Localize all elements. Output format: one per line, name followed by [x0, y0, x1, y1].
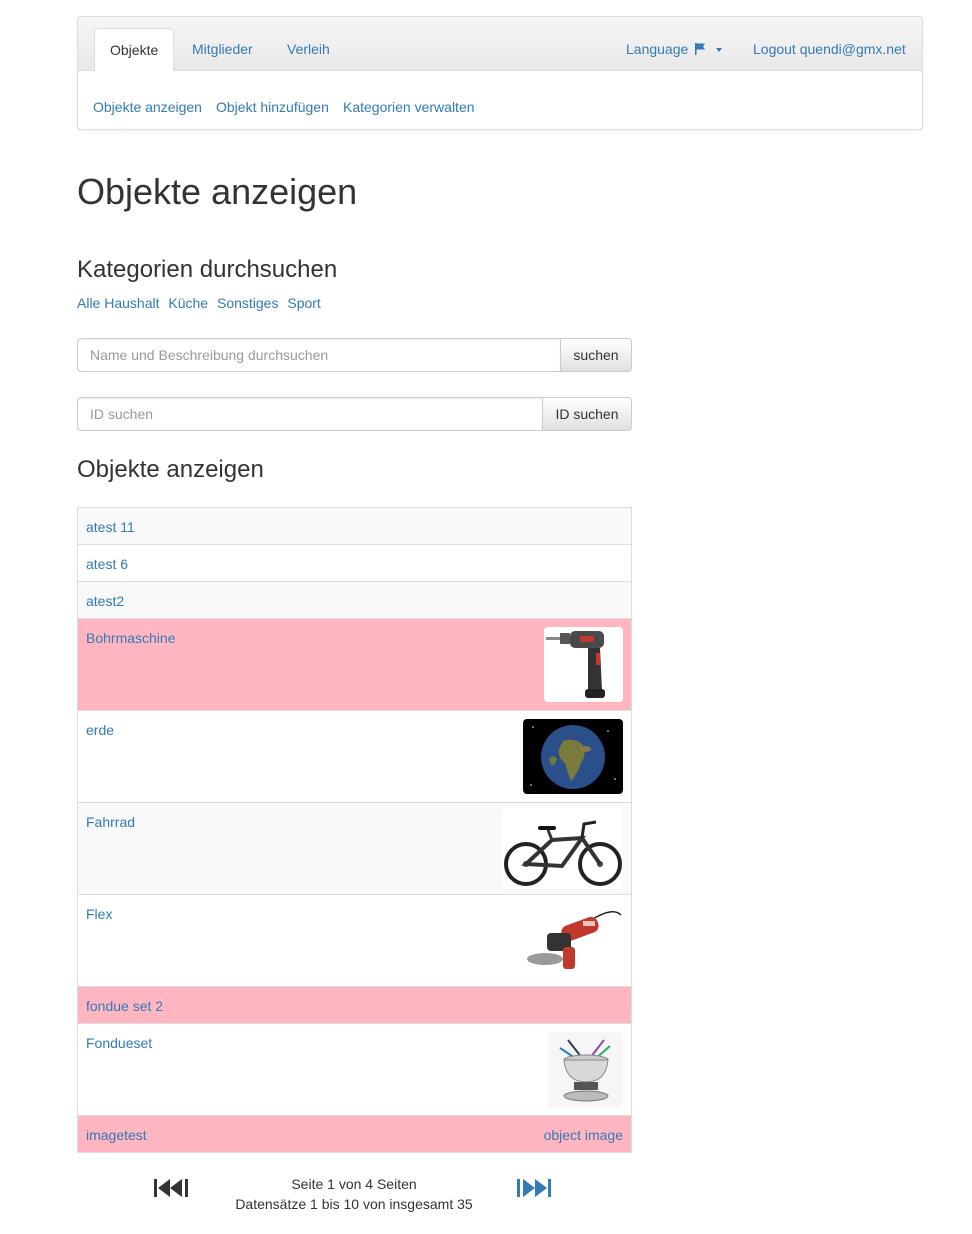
language-label: Language [626, 41, 689, 57]
object-link[interactable]: Flex [86, 905, 112, 923]
object-link[interactable]: Fondueset [86, 1034, 152, 1052]
fondue-pot-image[interactable] [548, 1032, 623, 1107]
object-link[interactable]: Fahrrad [86, 813, 135, 831]
list-item: fondue set 2 [77, 986, 632, 1024]
list-item: Fondueset [77, 1023, 632, 1116]
list-item: Flex [77, 894, 632, 987]
id-search-input[interactable] [77, 397, 543, 431]
search-group: suchen [77, 338, 632, 372]
language-dropdown[interactable]: Language [626, 17, 723, 70]
chevron-down-icon [716, 48, 723, 52]
navbar: Objekte Mitglieder Verleih Language Logo… [77, 16, 923, 130]
tab-verleih[interactable]: Verleih [287, 17, 330, 70]
object-link[interactable]: atest2 [86, 592, 124, 610]
category-sonstiges[interactable]: Sonstiges [217, 295, 278, 311]
list-item: atest 11 [77, 507, 632, 545]
object-link[interactable]: imagetest [86, 1126, 147, 1144]
logout-link[interactable]: Logout quendi@gmx.net [753, 17, 906, 70]
list-item: Bohrmaschine [77, 618, 632, 711]
first-page-icon[interactable] [154, 1178, 192, 1201]
id-search-button[interactable]: ID suchen [543, 397, 632, 431]
list-item: imagetest object image [77, 1115, 632, 1153]
subnav-objekte-anzeigen[interactable]: Objekte anzeigen [93, 98, 202, 116]
records-info: Datensätze 1 bis 10 von insgesamt 35 [235, 1196, 473, 1212]
list-item: erde [77, 710, 632, 803]
earth-image[interactable] [523, 719, 623, 794]
search-input[interactable] [77, 338, 561, 372]
subnav-kategorien-verwalten[interactable]: Kategorien verwalten [343, 98, 475, 116]
flag-icon [695, 43, 706, 55]
list-item: Fahrrad [77, 802, 632, 895]
object-link[interactable]: atest 11 [86, 518, 135, 536]
object-image-broken[interactable]: object image [544, 1126, 623, 1144]
object-link[interactable]: atest 6 [86, 555, 128, 573]
subnav-objekt-hinzufuegen[interactable]: Objekt hinzufügen [216, 98, 329, 116]
id-search-group: ID suchen [77, 397, 632, 431]
navbar-top: Objekte Mitglieder Verleih Language Logo… [78, 17, 922, 71]
tab-objekte[interactable]: Objekte [94, 28, 174, 71]
list-heading: Objekte anzeigen [77, 456, 264, 483]
last-page-icon[interactable] [517, 1178, 555, 1201]
bicycle-image[interactable] [502, 808, 623, 889]
list-item: atest 6 [77, 544, 632, 582]
page-info: Seite 1 von 4 Seiten [291, 1176, 417, 1192]
category-links: Alle Haushalt Küche Sonstiges Sport [77, 294, 326, 312]
object-link[interactable]: Bohrmaschine [86, 629, 176, 647]
object-list: atest 11 atest 6 atest2 Bohrmaschine erd… [77, 507, 632, 1153]
category-sport[interactable]: Sport [287, 295, 320, 311]
category-alle-haushalt[interactable]: Alle Haushalt [77, 295, 160, 311]
angle-grinder-image[interactable] [523, 903, 623, 978]
search-button[interactable]: suchen [561, 338, 632, 372]
tab-mitglieder[interactable]: Mitglieder [192, 17, 253, 70]
category-kueche[interactable]: Küche [168, 295, 208, 311]
list-item: atest2 [77, 581, 632, 619]
drill-image[interactable] [544, 627, 623, 702]
pagination-info: Seite 1 von 4 Seiten Datensätze 1 bis 10… [232, 1174, 476, 1214]
page-title: Objekte anzeigen [77, 171, 358, 212]
categories-heading: Kategorien durchsuchen [77, 256, 338, 283]
object-link[interactable]: fondue set 2 [86, 997, 163, 1015]
object-link[interactable]: erde [86, 721, 114, 739]
